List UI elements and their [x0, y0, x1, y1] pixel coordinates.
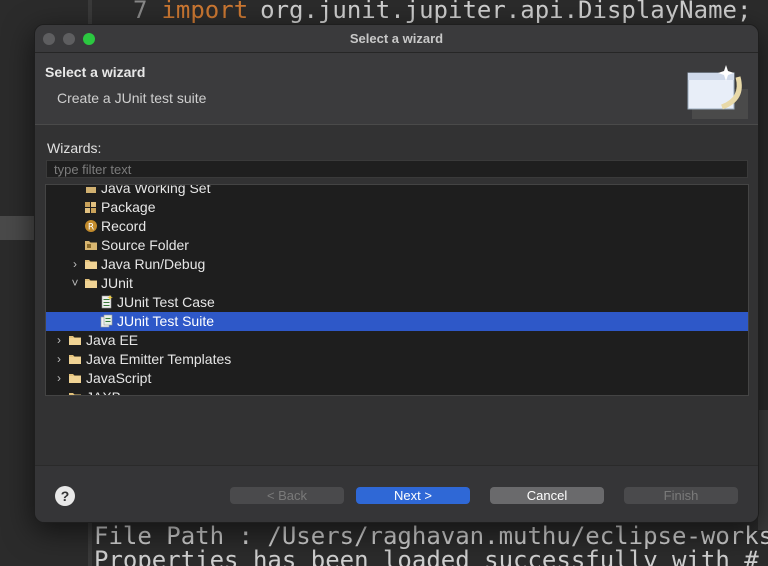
chevron-down-icon[interactable]: ˅: [68, 274, 82, 293]
editor-scroll-edge: [758, 410, 768, 530]
cancel-button[interactable]: Cancel: [490, 487, 604, 504]
import-keyword: import: [161, 0, 249, 24]
junit-test-suite-icon: [100, 314, 114, 328]
tree-item-label: JUnit: [101, 275, 133, 291]
svg-text:R: R: [88, 223, 94, 233]
wizard-tree-rows: Java Working Set Package R Record Source Fol…: [46, 184, 748, 395]
window-title: Select a wizard: [349, 31, 444, 46]
tree-item-java-ee[interactable]: › Java EE: [46, 331, 748, 350]
folder-icon: [68, 333, 82, 347]
select-wizard-dialog: Select a wizard Select a wizard Create a…: [34, 24, 759, 523]
package-icon: [84, 200, 98, 214]
tree-item-java-emitter-templates[interactable]: › Java Emitter Templates: [46, 350, 748, 369]
chevron-right-icon[interactable]: ›: [52, 331, 66, 350]
record-icon: R: [84, 219, 98, 233]
folder-icon: [84, 257, 98, 271]
tree-item-java-run-debug[interactable]: › Java Run/Debug: [46, 255, 748, 274]
chevron-right-icon[interactable]: ›: [52, 388, 66, 395]
tree-item-label: Record: [101, 218, 147, 234]
folder-icon: [68, 371, 82, 385]
finish-button[interactable]: Finish: [624, 487, 738, 504]
folder-icon: [84, 276, 98, 290]
tree-item-junit-test-suite[interactable]: JUnit Test Suite: [46, 312, 748, 331]
tree-item-label: Java Emitter Templates: [86, 351, 232, 367]
tree-item-source-folder[interactable]: Source Folder: [46, 236, 748, 255]
tree-item-label: Java Working Set: [101, 184, 211, 196]
tree-item-label: Package: [101, 199, 156, 215]
tree-item-label: Source Folder: [101, 237, 189, 253]
wizards-label: Wizards:: [47, 140, 102, 156]
tree-item-label: JUnit Test Case: [117, 294, 215, 310]
import-path: org.junit.jupiter.api.DisplayName;: [260, 0, 752, 24]
tree-item-label: Java Run/Debug: [101, 256, 206, 272]
tree-item-record[interactable]: R Record: [46, 217, 748, 236]
junit-test-case-icon: [100, 295, 114, 309]
tree-item-junit[interactable]: ˅ JUnit: [46, 274, 748, 293]
source-folder-icon: [84, 238, 98, 252]
line-number: 7: [133, 0, 148, 24]
editor-code-line: 7 import org.junit.jupiter.api.DisplayName…: [133, 0, 751, 24]
editor-side-marker: [0, 216, 36, 240]
button-bar: ? < Back Next > Cancel Finish: [35, 465, 758, 522]
wizard-header: Select a wizard Create a JUnit test suit…: [35, 53, 758, 125]
dialog-titlebar: Select a wizard: [35, 25, 758, 53]
console-line-2: Properties has been loaded successfully …: [94, 546, 759, 566]
tree-item-label: JUnit Test Suite: [117, 313, 215, 329]
tree-item-label: JAXB: [86, 388, 121, 395]
header-title: Select a wizard: [45, 64, 146, 80]
chevron-right-icon[interactable]: ›: [68, 255, 82, 274]
tree-item-javascript[interactable]: › JavaScript: [46, 369, 748, 388]
back-button[interactable]: < Back: [230, 487, 344, 504]
wizard-banner-icon: [687, 65, 748, 119]
working-set-icon: [84, 185, 98, 195]
filter-input[interactable]: [46, 160, 748, 178]
chevron-right-icon[interactable]: ›: [52, 350, 66, 369]
folder-icon: [68, 390, 82, 395]
tree-item-jaxb[interactable]: › JAXB: [46, 388, 748, 395]
tree-item-label: Java EE: [86, 332, 139, 348]
tree-item-java-working-set[interactable]: Java Working Set: [46, 184, 748, 198]
next-button[interactable]: Next >: [356, 487, 470, 504]
folder-icon: [68, 352, 82, 366]
tree-item-package[interactable]: Package: [46, 198, 748, 217]
help-icon[interactable]: ?: [55, 486, 75, 506]
tree-item-junit-test-case[interactable]: JUnit Test Case: [46, 293, 748, 312]
tree-item-label: JavaScript: [86, 370, 152, 386]
header-description: Create a JUnit test suite: [57, 90, 207, 106]
wizard-tree[interactable]: Java Working Set Package R Record Source Fol…: [45, 184, 749, 396]
chevron-right-icon[interactable]: ›: [52, 369, 66, 388]
